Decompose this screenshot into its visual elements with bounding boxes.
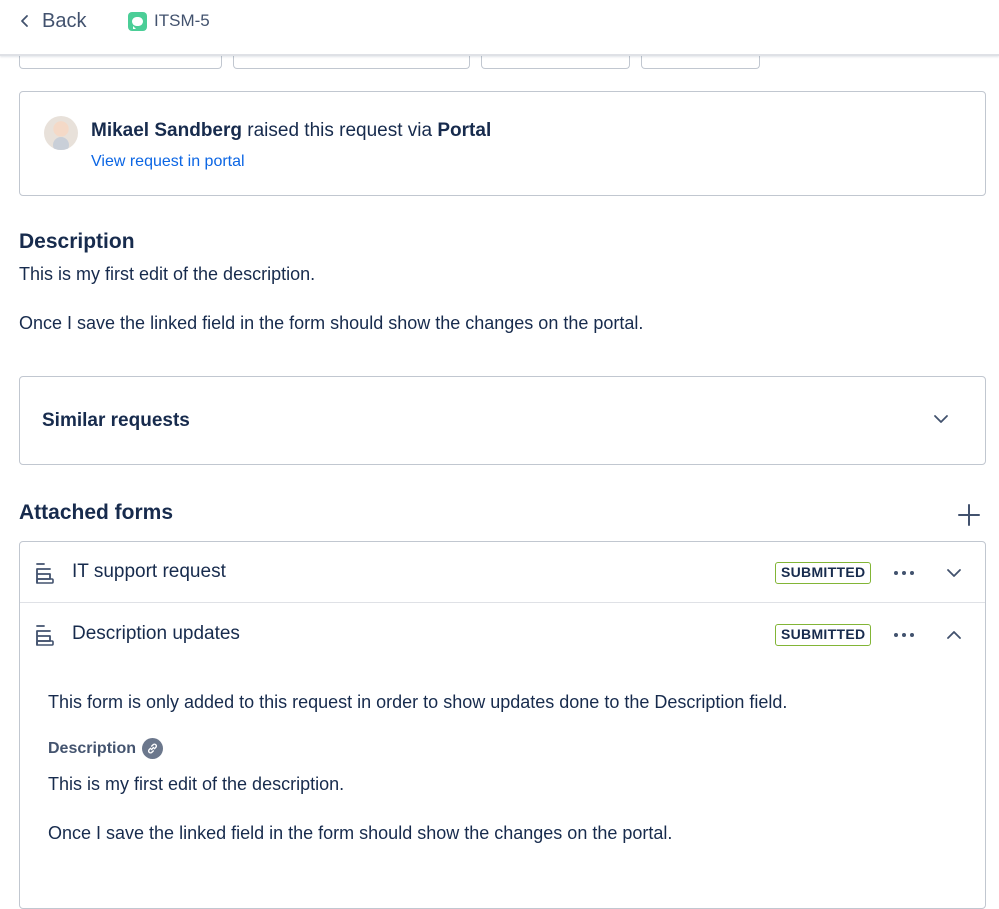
issue-key-link[interactable]: ITSM-5 <box>128 9 210 33</box>
description-heading: Description <box>19 230 135 253</box>
similar-requests-panel[interactable]: Similar requests <box>19 376 986 465</box>
back-label: Back <box>42 9 87 32</box>
dot-icon <box>910 571 914 575</box>
form-field-value[interactable]: This is my first edit of the description… <box>48 774 344 795</box>
more-actions-button[interactable] <box>894 628 920 642</box>
status-badge: SUBMITTED <box>775 562 872 584</box>
description-paragraph[interactable]: This is my first edit of the description… <box>19 264 315 285</box>
raised-by-text: Mikael Sandberg raised this request via … <box>91 120 491 142</box>
form-icon <box>36 563 54 584</box>
chevron-down-icon <box>934 415 948 423</box>
chevron-up-icon[interactable] <box>946 629 962 641</box>
dot-icon <box>902 633 906 637</box>
dot-icon <box>894 571 898 575</box>
add-form-button[interactable] <box>956 502 982 528</box>
field-label-text: Description <box>48 739 137 757</box>
form-field-label: Description <box>48 738 164 759</box>
chevron-down-icon[interactable] <box>946 567 962 579</box>
dot-icon <box>894 633 898 637</box>
avatar[interactable] <box>44 116 78 150</box>
dot-icon <box>902 571 906 575</box>
top-bar: Back ITSM-5 <box>0 0 999 56</box>
raised-via-text: raised this request via <box>242 120 438 141</box>
reporter-name[interactable]: Mikael Sandberg <box>91 120 242 141</box>
description-paragraph[interactable]: Once I save the linked field in the form… <box>19 313 643 334</box>
chevron-left-icon <box>21 15 28 27</box>
status-badge: SUBMITTED <box>775 624 872 646</box>
form-row-description-updates[interactable]: Description updates SUBMITTED <box>20 604 985 665</box>
back-button[interactable]: Back <box>18 9 86 33</box>
form-field-value[interactable]: Once I save the linked field in the form… <box>48 823 672 844</box>
link-icon <box>142 738 164 759</box>
similar-requests-label: Similar requests <box>42 410 190 431</box>
channel-name: Portal <box>437 120 492 141</box>
dot-icon <box>910 633 914 637</box>
attached-forms-heading: Attached forms <box>19 501 174 524</box>
form-title[interactable]: IT support request <box>72 561 226 583</box>
attached-forms-list: IT support request SUBMITTED Description… <box>19 541 986 909</box>
reporter-card: Mikael Sandberg raised this request via … <box>19 91 986 196</box>
request-type-icon <box>128 11 147 31</box>
more-actions-button[interactable] <box>894 566 920 580</box>
form-row-it-support-request[interactable]: IT support request SUBMITTED <box>20 542 985 603</box>
form-icon <box>36 625 54 646</box>
form-intro-text: This form is only added to this request … <box>48 692 788 712</box>
issue-key: ITSM-5 <box>154 11 210 30</box>
form-title[interactable]: Description updates <box>72 623 240 645</box>
view-request-in-portal-link[interactable]: View request in portal <box>91 153 245 171</box>
